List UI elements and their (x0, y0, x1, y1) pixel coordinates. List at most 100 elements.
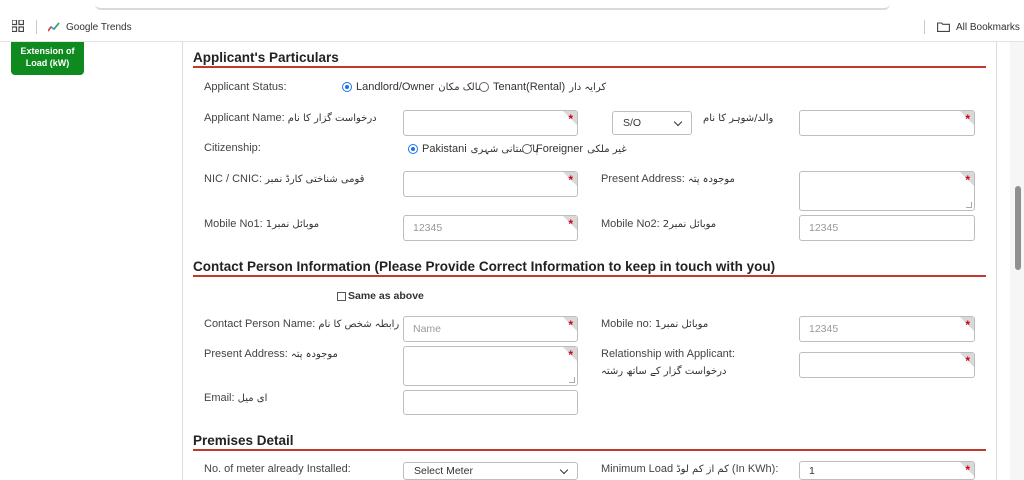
folder-icon (937, 22, 950, 32)
foreigner-urdu-label: غیر ملکی (587, 143, 627, 155)
section-divider (193, 449, 986, 451)
premises-section-title: Premises Detail (193, 433, 294, 448)
contact-section-title: Contact Person Information (Please Provi… (193, 259, 776, 274)
applicant-name-label-text: Applicant Name: (204, 112, 285, 124)
section-divider (193, 66, 986, 68)
required-star: * (965, 318, 970, 332)
apps-grid-icon[interactable] (12, 20, 24, 32)
contact-mobile-label-text: Mobile no: (601, 318, 652, 330)
contact-mobile-urdu: موبائل نمبر1 (654, 319, 709, 330)
required-star: * (568, 318, 573, 332)
min-load-urdu: کم از کم لوڈ (676, 464, 729, 475)
mobile2-input[interactable]: 12345 (799, 215, 975, 241)
bookmark-label: Google Trends (66, 21, 132, 33)
checkbox-box[interactable] (337, 291, 346, 301)
email-input[interactable] (403, 390, 578, 415)
landlord-urdu-label: مالک مکان (438, 81, 484, 93)
present-address-textarea[interactable]: * (799, 171, 975, 211)
bookmarks-separator (36, 20, 37, 34)
relation-select-value: S/O (623, 117, 642, 129)
pakistani-label: Pakistani (422, 143, 467, 155)
sidebar-extension-of-load-button[interactable]: Extension of Load (kW) (11, 42, 84, 75)
father-name-urdu-label: والد/شوہر کا نام (703, 113, 774, 124)
required-star: * (568, 348, 573, 362)
landlord-radio[interactable] (342, 82, 352, 92)
contact-address-label-text: Present Address: (204, 348, 288, 360)
same-as-above-checkbox[interactable]: Same as above (337, 290, 424, 302)
contact-mobile-placeholder: 12345 (809, 323, 839, 335)
mobile1-urdu: موبائل نمبر1 (265, 219, 320, 230)
cnic-input[interactable]: * (403, 171, 578, 197)
status-tenant-radio-option[interactable]: Tenant(Rental) کرایہ دار (479, 81, 606, 93)
mobile1-label: Mobile No1: موبائل نمبر1 (204, 218, 319, 230)
contact-name-urdu: رابطہ شخص کا نام (318, 319, 400, 330)
bookmarks-bar: Google Trends All Bookmarks (0, 0, 1024, 42)
required-star: * (965, 463, 970, 477)
contact-name-label: Contact Person Name: رابطہ شخص کا نام (204, 318, 399, 330)
relationship-urdu-label: درخواست گزار کے ساتھ رشتہ (601, 366, 727, 377)
resize-handle-icon[interactable] (966, 202, 972, 208)
contact-mobile-label: Mobile no: موبائل نمبر1 (601, 318, 708, 330)
present-address-label: Present Address: موجودہ پتہ (601, 173, 735, 185)
contact-name-placeholder: Name (413, 323, 442, 335)
contact-address-urdu: موجودہ پتہ (290, 349, 338, 360)
meters-installed-label: No. of meter already Installed: (204, 463, 351, 475)
contact-address-label: Present Address: موجودہ پتہ (204, 348, 338, 360)
applicant-name-label: Applicant Name: درخواست گزار کا نام (204, 112, 377, 124)
pakistani-radio[interactable] (408, 144, 418, 154)
bookmarks-separator-right (924, 20, 925, 34)
mobile2-urdu: موبائل نمبر2 (662, 219, 717, 230)
cnic-label-text: NIC / CNIC: (204, 173, 263, 185)
contact-name-input[interactable]: * Name (403, 316, 578, 342)
required-star: * (965, 173, 970, 187)
citizenship-foreigner-option[interactable]: Foreigner غیر ملکی (522, 143, 627, 155)
contact-address-textarea[interactable]: * (403, 346, 578, 386)
min-load-label: Minimum Load کم از کم لوڈ (In KWh): (601, 463, 778, 475)
meter-select[interactable]: Select Meter (403, 462, 578, 480)
contact-name-label-text: Contact Person Name: (204, 318, 316, 330)
address-bar-edge (95, 0, 890, 10)
father-name-input[interactable]: * (799, 110, 975, 136)
all-bookmarks-label: All Bookmarks (956, 21, 1020, 33)
tenant-label: Tenant(Rental) (493, 81, 566, 93)
mobile1-placeholder: 12345 (413, 222, 443, 234)
required-star: * (568, 173, 573, 187)
landlord-label: Landlord/Owner (356, 81, 435, 93)
same-as-above-label: Same as above (348, 290, 424, 302)
min-load-label-text: Minimum Load (601, 463, 674, 475)
relationship-label: Relationship with Applicant: (601, 348, 735, 360)
contact-mobile-input[interactable]: * 12345 (799, 316, 975, 342)
mobile1-input[interactable]: * 12345 (403, 215, 578, 241)
bookmark-google-trends[interactable]: Google Trends (48, 19, 132, 35)
all-bookmarks-button[interactable]: All Bookmarks (937, 19, 1020, 35)
applicant-name-input[interactable]: * (403, 110, 578, 136)
citizenship-pakistani-option[interactable]: Pakistani پاکستانی شہری (408, 143, 538, 155)
section-divider (193, 275, 986, 277)
chevron-down-icon (559, 465, 569, 474)
min-load-unit: (In KWh): (731, 463, 779, 475)
citizenship-label: Citizenship: (204, 142, 261, 154)
relationship-input[interactable]: * (799, 352, 975, 378)
present-address-label-text: Present Address: (601, 173, 685, 185)
sidebar-button-label: Extension of Load (kW) (20, 46, 75, 68)
applicant-name-urdu: درخواست گزار کا نام (287, 113, 377, 124)
mobile2-label-text: Mobile No2: (601, 218, 660, 230)
status-landlord-radio-option[interactable]: Landlord/Owner مالک مکان (342, 81, 483, 93)
tenant-radio[interactable] (479, 82, 489, 92)
required-star: * (965, 354, 970, 368)
cnic-urdu: قومی شناختی کارڈ نمبر (265, 174, 365, 185)
tenant-urdu-label: کرایہ دار (569, 81, 607, 93)
min-load-value: 1 (809, 464, 815, 477)
email-urdu: ای میل (237, 393, 268, 404)
page-scrollbar-thumb[interactable] (1015, 186, 1021, 270)
applicant-section-title: Applicant's Particulars (193, 50, 339, 65)
required-star: * (568, 217, 573, 231)
min-load-input[interactable]: * 1 (799, 461, 975, 480)
relation-select[interactable]: S/O (612, 111, 692, 135)
present-address-urdu: موجودہ پتہ (687, 174, 735, 185)
foreigner-radio[interactable] (522, 144, 532, 154)
required-star: * (965, 112, 970, 126)
applicant-status-label: Applicant Status: (204, 81, 287, 93)
chevron-down-icon (673, 117, 683, 126)
resize-handle-icon[interactable] (569, 377, 575, 383)
